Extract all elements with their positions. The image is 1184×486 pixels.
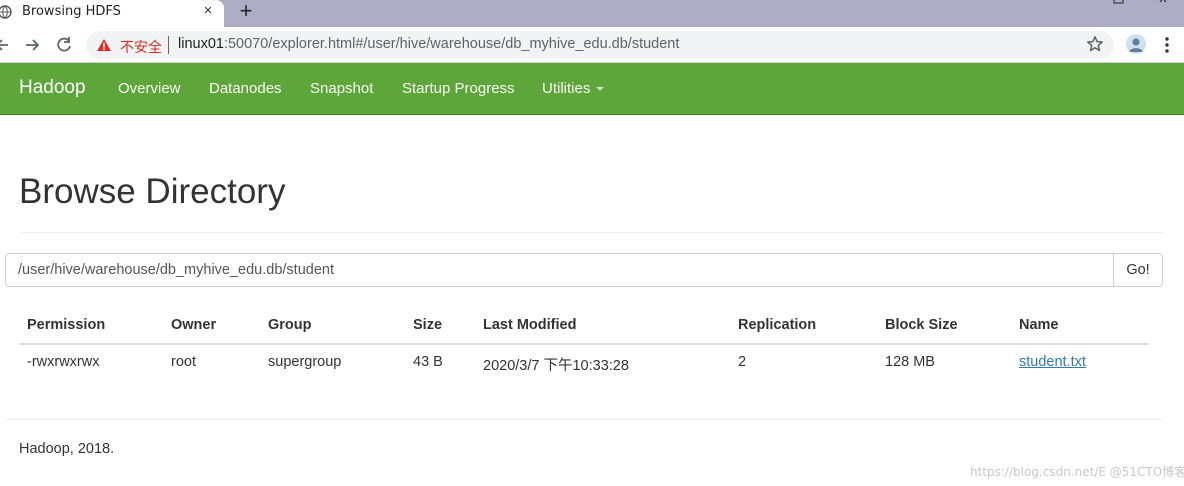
- cell-block-size: 128 MB: [885, 354, 935, 370]
- directory-path-input[interactable]: [5, 253, 1114, 287]
- url-path: :50070/explorer.html#/user/hive/warehous…: [223, 36, 680, 52]
- watermark-text: https://blog.csdn.net/E @51CTO博客: [970, 465, 1184, 479]
- cell-last-modified: 2020/3/7 下午10:33:28: [483, 358, 629, 374]
- nav-item-overview[interactable]: Overview: [118, 80, 181, 97]
- nav-item-utilities-label: Utilities: [542, 80, 591, 97]
- browser-toolbar: 不安全 linux01:50070/explorer.html#/user/hi…: [0, 27, 1184, 63]
- footer-text: Hadoop, 2018.: [19, 441, 115, 457]
- hadoop-navbar: Hadoop Overview Datanodes Snapshot Start…: [0, 63, 1184, 115]
- tab-strip: Browsing HDFS × +: [0, 0, 1184, 27]
- reload-icon[interactable]: [54, 35, 74, 55]
- warning-icon[interactable]: [96, 37, 112, 53]
- nav-item-snapshot[interactable]: Snapshot: [310, 80, 373, 97]
- title-divider: [19, 232, 1163, 233]
- star-icon[interactable]: [1086, 35, 1104, 53]
- column-header-permission[interactable]: Permission: [27, 317, 105, 333]
- column-header-size[interactable]: Size: [413, 317, 442, 333]
- navbar-brand[interactable]: Hadoop: [19, 77, 86, 99]
- tab-title: Browsing HDFS: [22, 4, 121, 19]
- nav-item-datanodes[interactable]: Datanodes: [209, 80, 282, 97]
- maximize-icon[interactable]: [1112, 0, 1126, 6]
- address-separator: [168, 36, 169, 54]
- column-header-owner[interactable]: Owner: [171, 317, 216, 333]
- cell-size: 43 B: [413, 354, 443, 370]
- path-input-group: Go!: [5, 253, 1163, 287]
- url-host: linux01: [178, 36, 224, 52]
- caret-down-icon: [596, 87, 605, 92]
- nav-item-utilities[interactable]: Utilities: [542, 80, 605, 97]
- browser-tab[interactable]: Browsing HDFS ×: [0, 0, 224, 27]
- nav-item-startup-progress[interactable]: Startup Progress: [402, 80, 515, 97]
- forward-icon[interactable]: [23, 35, 43, 55]
- footer-divider: [5, 419, 1163, 420]
- new-tab-button[interactable]: +: [234, 0, 258, 24]
- back-icon[interactable]: [0, 35, 14, 55]
- column-header-group[interactable]: Group: [268, 317, 312, 333]
- table-header-divider: [19, 343, 1149, 345]
- cell-owner: root: [171, 354, 196, 370]
- menu-icon[interactable]: [1160, 35, 1174, 55]
- security-label[interactable]: 不安全: [120, 37, 162, 57]
- address-bar[interactable]: 不安全 linux01:50070/explorer.html#/user/hi…: [86, 31, 1114, 59]
- close-window-icon[interactable]: [1158, 0, 1172, 6]
- cell-replication: 2: [738, 354, 747, 370]
- url-text[interactable]: linux01:50070/explorer.html#/user/hive/w…: [178, 36, 679, 52]
- tab-close-button[interactable]: ×: [200, 2, 216, 20]
- file-name-link[interactable]: student.txt: [1019, 354, 1086, 370]
- column-header-block-size[interactable]: Block Size: [885, 317, 958, 333]
- column-header-replication[interactable]: Replication: [738, 317, 816, 333]
- cell-group: supergroup: [268, 354, 342, 370]
- column-header-name[interactable]: Name: [1019, 317, 1059, 333]
- avatar: [1126, 34, 1146, 54]
- cell-permission: -rwxrwxrwx: [27, 354, 100, 370]
- profile-icon[interactable]: [1126, 34, 1146, 54]
- page-title: Browse Directory: [19, 172, 286, 211]
- go-button[interactable]: Go!: [1113, 253, 1163, 287]
- column-header-last-modified[interactable]: Last Modified: [483, 317, 576, 333]
- globe-icon: [0, 5, 12, 19]
